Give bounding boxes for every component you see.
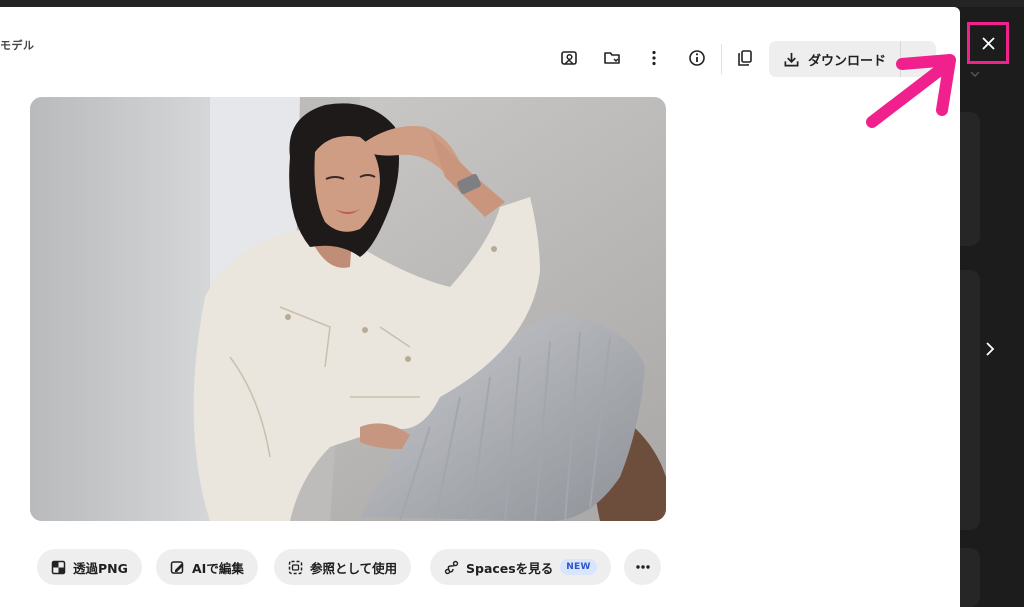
close-button[interactable] <box>967 22 1009 64</box>
view-spaces-button[interactable]: Spacesを見る NEW <box>430 549 611 585</box>
more-vertical-icon <box>652 50 656 66</box>
side-thumbnail[interactable] <box>960 548 980 607</box>
side-thumbnail[interactable] <box>960 270 980 530</box>
woman-in-white-denim-jacket-photo <box>30 97 666 521</box>
transparent-png-label: 透過PNG <box>73 560 128 576</box>
chevron-right-icon <box>986 342 995 356</box>
image-search-button[interactable] <box>554 43 584 73</box>
preview-photo <box>30 97 666 521</box>
more-options-button[interactable] <box>639 43 669 73</box>
use-as-reference-button[interactable]: 参照として使用 <box>274 549 412 585</box>
more-horizontal-icon <box>635 565 650 569</box>
reference-icon <box>288 560 303 574</box>
view-spaces-label: Spacesを見る <box>466 560 554 576</box>
ai-edit-label: AIで編集 <box>192 560 244 576</box>
toolbar-divider <box>721 44 722 74</box>
copy-icon <box>738 50 752 66</box>
use-as-reference-label: 参照として使用 <box>310 560 398 576</box>
ai-edit-button[interactable]: AIで編集 <box>156 549 258 585</box>
download-icon <box>784 52 799 66</box>
ai-edit-icon <box>170 560 184 574</box>
top-strip <box>0 0 1024 7</box>
info-icon <box>689 50 705 66</box>
new-badge: NEW <box>560 559 597 575</box>
side-thumbnail[interactable] <box>960 112 980 246</box>
annotation-arrow-icon <box>866 54 956 128</box>
chevron-down-icon <box>970 71 980 78</box>
info-button[interactable] <box>682 43 712 73</box>
transparent-png-icon <box>51 560 66 574</box>
spaces-icon <box>444 560 459 574</box>
next-image-button[interactable] <box>978 334 1002 364</box>
copy-button[interactable] <box>730 43 760 73</box>
model-label: モデル <box>0 39 35 52</box>
transparent-png-button[interactable]: 透過PNG <box>37 549 142 585</box>
image-search-icon <box>561 51 577 65</box>
close-icon <box>981 36 995 50</box>
preview-panel: モデル ダウンロード 透過PNG AIで編集 参照として使用 Spacesを見る… <box>0 7 960 607</box>
folder-add-icon <box>604 52 620 64</box>
more-actions-button[interactable] <box>624 549 661 585</box>
save-to-folder-button[interactable] <box>597 43 627 73</box>
